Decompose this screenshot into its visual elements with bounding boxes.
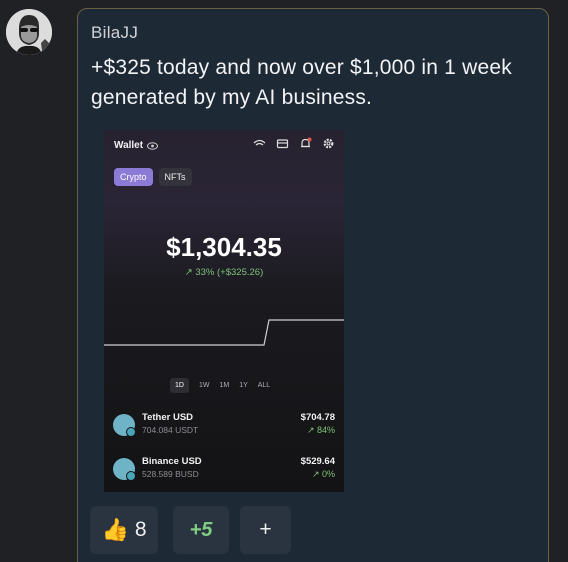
asset-value: $529.64 <box>300 456 335 467</box>
period-1w[interactable]: 1W <box>199 382 210 389</box>
asset-name: Binance USD <box>142 456 202 467</box>
gear-icon <box>323 138 334 149</box>
period-all[interactable]: ALL <box>258 382 270 389</box>
balance-line <box>104 319 344 346</box>
asset-value: $704.78 <box>300 412 335 423</box>
asset-amount: 704.084 USDT <box>142 425 199 435</box>
tab-crypto[interactable]: Crypto <box>114 168 153 186</box>
asset-row-binance[interactable]: Binance USD 528.589 BUSD $529.64 ↗ 0% <box>113 456 335 486</box>
wallet-toolbar <box>253 137 335 150</box>
period-1y[interactable]: 1Y <box>239 382 248 389</box>
binance-coin-icon <box>113 458 136 481</box>
add-reaction-button[interactable]: + <box>240 506 291 554</box>
wallet-screenshot[interactable]: Wallet Crypto NFTs $1,304.35 ↗ 33% (+$32… <box>104 130 344 492</box>
period-selector: 1D 1W 1M 1Y ALL <box>170 378 270 393</box>
period-1m[interactable]: 1M <box>219 382 229 389</box>
balance-change: ↗ 33% (+$325.26) <box>184 267 264 278</box>
author-name[interactable]: BilaJJ <box>91 23 138 43</box>
signal-icon <box>253 139 266 146</box>
avatar[interactable] <box>6 9 52 55</box>
bell-icon <box>301 137 312 148</box>
asset-row-tether[interactable]: Tether USD 704.084 USDT $704.78 ↗ 84% <box>113 412 335 442</box>
message-bubble: BilaJJ +$325 today and now over $1,000 i… <box>77 8 549 562</box>
tether-coin-icon <box>113 414 136 437</box>
plus-icon: + <box>259 518 272 541</box>
message-text: +$325 today and now over $1,000 in 1 wee… <box>91 56 512 109</box>
reaction-thumbs-up[interactable]: 👍 8 <box>90 506 158 554</box>
period-1d[interactable]: 1D <box>170 378 189 393</box>
thumbs-up-icon: 👍 <box>101 517 129 542</box>
wallet-balance: $1,304.35 <box>166 232 282 262</box>
reaction-count: 8 <box>134 518 147 541</box>
plus-five-label: +5 <box>189 518 213 541</box>
asset-name: Tether USD <box>142 412 194 423</box>
eye-icon <box>147 141 159 150</box>
card-icon <box>276 139 289 149</box>
asset-change: ↗ 84% <box>306 425 335 435</box>
tab-nfts[interactable]: NFTs <box>158 168 192 186</box>
wallet-header: Wallet <box>114 140 159 151</box>
asset-change: ↗ 0% <box>311 469 335 479</box>
avatar-image <box>6 9 52 55</box>
wallet-title: Wallet <box>114 140 144 151</box>
reaction-plus-five[interactable]: +5 <box>173 506 229 554</box>
wallet-tabs: Crypto NFTs <box>114 168 192 186</box>
asset-amount: 528.589 BUSD <box>142 469 199 479</box>
balance-chart <box>104 319 344 346</box>
